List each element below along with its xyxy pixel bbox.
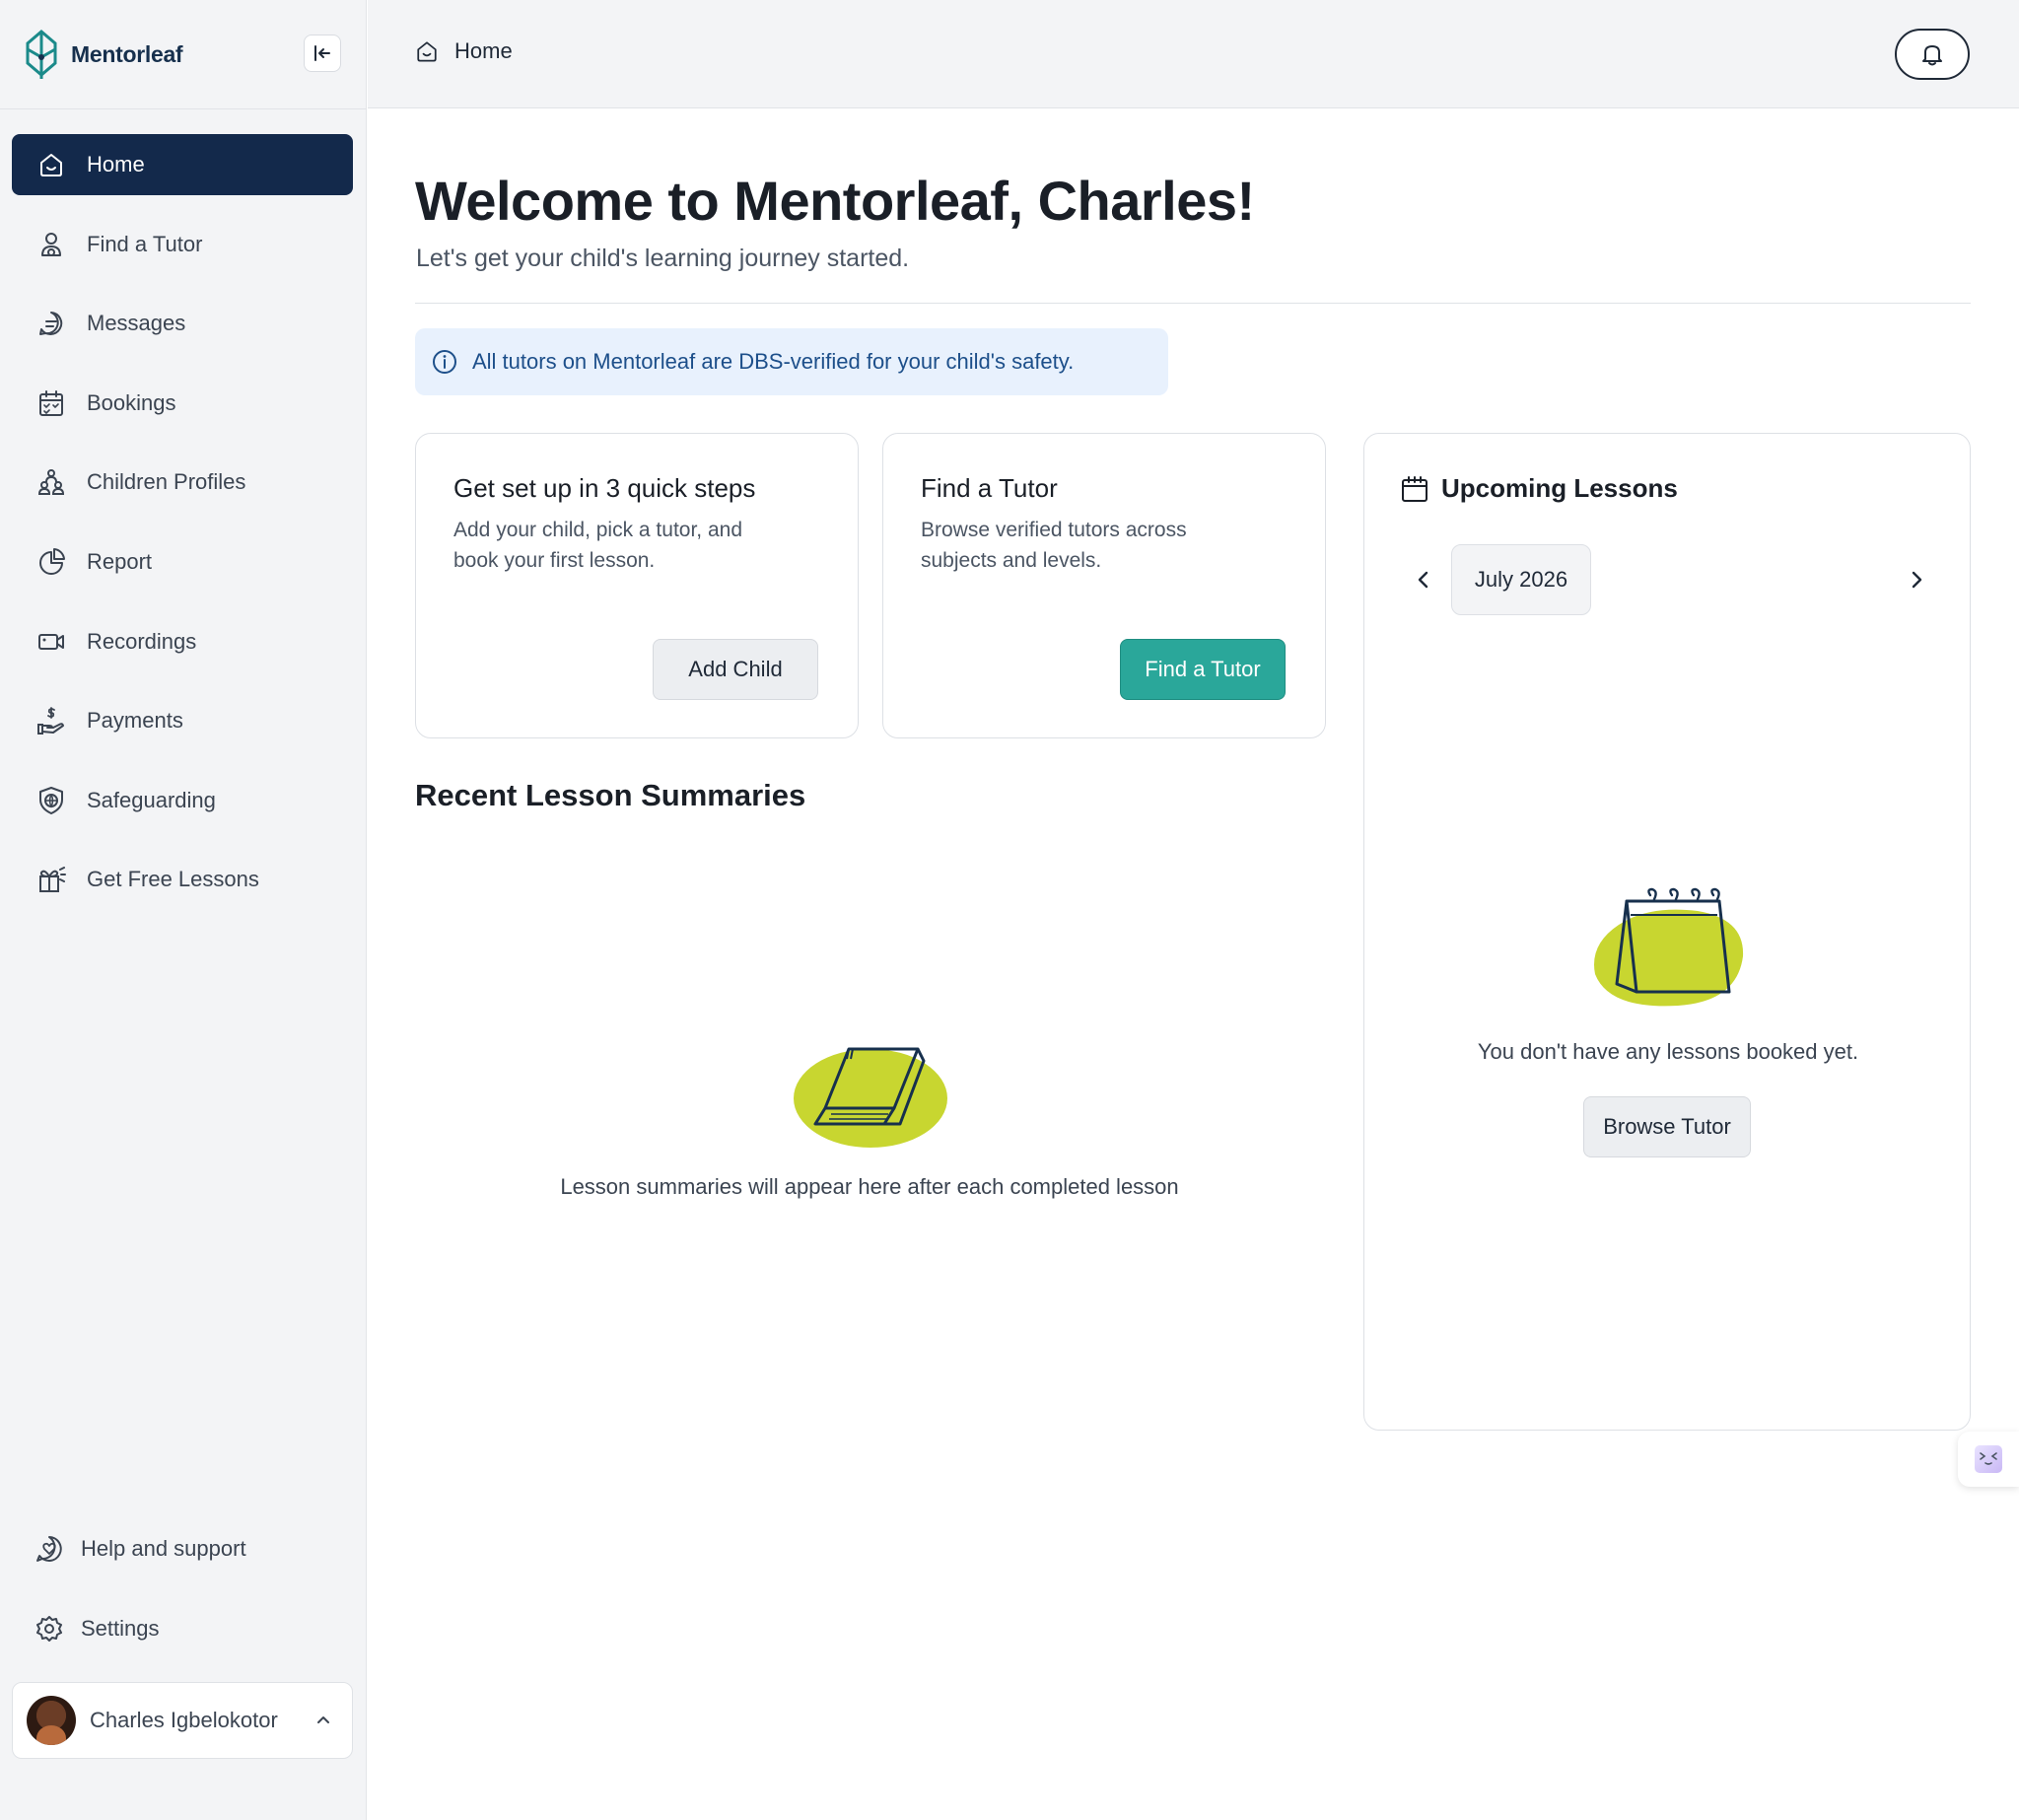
sidebar-item-bookings[interactable]: Bookings	[12, 373, 353, 434]
sidebar-divider	[0, 108, 367, 109]
sidebar-item-label: Report	[87, 548, 153, 574]
month-selector[interactable]: July 2026	[1451, 544, 1591, 615]
shield-icon	[35, 785, 67, 816]
assistant-icon	[1975, 1445, 2002, 1473]
setup-card-description: Add your child, pick a tutor, and book y…	[453, 519, 743, 572]
sidebar: Mentorleaf Home Find a Tutor Messages Bo…	[0, 0, 367, 1820]
pie-chart-icon	[35, 546, 67, 578]
sidebar-item-help-and-support[interactable]: Help and support	[12, 1518, 353, 1579]
payment-hand-icon	[35, 705, 67, 736]
message-icon	[35, 308, 67, 339]
page-subtitle: Let's get your child's learning journey …	[416, 245, 910, 272]
home-icon	[35, 149, 67, 180]
sidebar-bottom-nav: Help and support Settings	[12, 1518, 353, 1677]
tutor-card-description: Browse verified tutors across subjects a…	[921, 519, 1187, 572]
sidebar-item-label: Messages	[87, 311, 186, 336]
assistant-widget-button[interactable]	[1958, 1432, 2019, 1487]
chevron-right-icon	[1912, 571, 1922, 589]
sidebar-item-label: Home	[87, 152, 145, 176]
info-banner: All tutors on Mentorleaf are DBS-verifie…	[415, 328, 1168, 395]
help-label: Help and support	[81, 1536, 246, 1561]
collapse-sidebar-button[interactable]	[304, 35, 341, 72]
sidebar-nav: Home Find a Tutor Messages Bookings Chil…	[12, 134, 353, 929]
browse-tutor-button[interactable]: Browse Tutor	[1583, 1096, 1751, 1157]
upcoming-title: Upcoming Lessons	[1441, 473, 1678, 503]
breadcrumb: Home	[413, 37, 513, 65]
gear-icon	[34, 1613, 65, 1645]
video-icon	[35, 626, 67, 658]
sidebar-item-label: Recordings	[87, 628, 197, 654]
upcoming-empty-text: You don't have any lessons booked yet.	[1477, 1039, 1859, 1064]
sidebar-item-recordings[interactable]: Recordings	[12, 611, 353, 672]
home-icon	[417, 41, 437, 62]
page-title: Welcome to Mentorleaf, Charles!	[415, 170, 1255, 232]
tutor-card-title: Find a Tutor	[921, 473, 1058, 503]
bell-icon	[1922, 45, 1942, 66]
sidebar-item-settings[interactable]: Settings	[12, 1598, 353, 1659]
main-content: Welcome to Mentorleaf, Charles! Let's ge…	[368, 109, 2019, 1820]
user-name: Charles Igbelokotor	[90, 1708, 278, 1732]
divider	[415, 303, 1971, 304]
brand-name: Mentorleaf	[71, 40, 183, 67]
summaries-empty-text: Lesson summaries will appear here after …	[560, 1174, 1179, 1199]
prev-month-button[interactable]	[1404, 560, 1443, 599]
add-child-button[interactable]: Add Child	[653, 639, 818, 700]
sidebar-item-safeguarding[interactable]: Safeguarding	[12, 770, 353, 831]
setup-card-title: Get set up in 3 quick steps	[453, 473, 756, 503]
book-icon	[794, 1047, 947, 1148]
tutor-icon	[35, 229, 67, 260]
sidebar-item-label: Bookings	[87, 389, 176, 415]
sidebar-item-payments[interactable]: Payments	[12, 690, 353, 751]
breadcrumb-home[interactable]: Home	[454, 38, 513, 64]
topbar: Home	[368, 0, 2019, 108]
sidebar-item-label: Find a Tutor	[87, 231, 203, 256]
chevron-left-icon	[1418, 571, 1428, 589]
desk-calendar-icon	[1594, 887, 1744, 1007]
recent-summaries-title: Recent Lesson Summaries	[415, 778, 806, 812]
find-tutor-button[interactable]: Find a Tutor	[1120, 639, 1286, 700]
info-icon	[433, 350, 456, 374]
calendar-icon	[1402, 475, 1427, 502]
info-banner-text: All tutors on Mentorleaf are DBS-verifie…	[472, 349, 1075, 374]
sidebar-item-messages[interactable]: Messages	[12, 293, 353, 354]
sidebar-item-children-profiles[interactable]: Children Profiles	[12, 452, 353, 513]
chevron-up-icon	[309, 1706, 338, 1735]
calendar-check-icon	[35, 387, 67, 419]
brand-logo[interactable]: Mentorleaf	[22, 28, 183, 81]
collapse-left-icon	[314, 45, 330, 61]
notifications-button[interactable]	[1895, 29, 1970, 80]
find-tutor-card: Find a Tutor Browse verified tutors acro…	[882, 433, 1326, 738]
sidebar-item-report[interactable]: Report	[12, 531, 353, 593]
book-illustration	[792, 1041, 949, 1156]
sidebar-item-home[interactable]: Home	[12, 134, 353, 195]
avatar	[27, 1696, 76, 1745]
children-icon	[35, 466, 67, 498]
sidebar-item-label: Get Free Lessons	[87, 867, 259, 892]
sidebar-item-find-a-tutor[interactable]: Find a Tutor	[12, 214, 353, 275]
sidebar-item-get-free-lessons[interactable]: Get Free Lessons	[12, 849, 353, 910]
settings-label: Settings	[81, 1615, 160, 1641]
sidebar-item-label: Children Profiles	[87, 469, 246, 495]
upcoming-header: Upcoming Lessons	[1400, 473, 1678, 504]
leaf-logo-icon	[26, 30, 57, 79]
help-heart-icon	[34, 1533, 65, 1565]
sidebar-item-label: Safeguarding	[87, 787, 216, 812]
calendar-illustration	[1589, 885, 1747, 1018]
sidebar-item-label: Payments	[87, 708, 183, 734]
gift-icon	[35, 864, 67, 895]
user-menu[interactable]: Charles Igbelokotor	[12, 1682, 353, 1759]
upcoming-lessons-panel: Upcoming Lessons July 2026 You don't hav…	[1363, 433, 1971, 1431]
setup-steps-card: Get set up in 3 quick steps Add your chi…	[415, 433, 859, 738]
next-month-button[interactable]	[1897, 560, 1936, 599]
